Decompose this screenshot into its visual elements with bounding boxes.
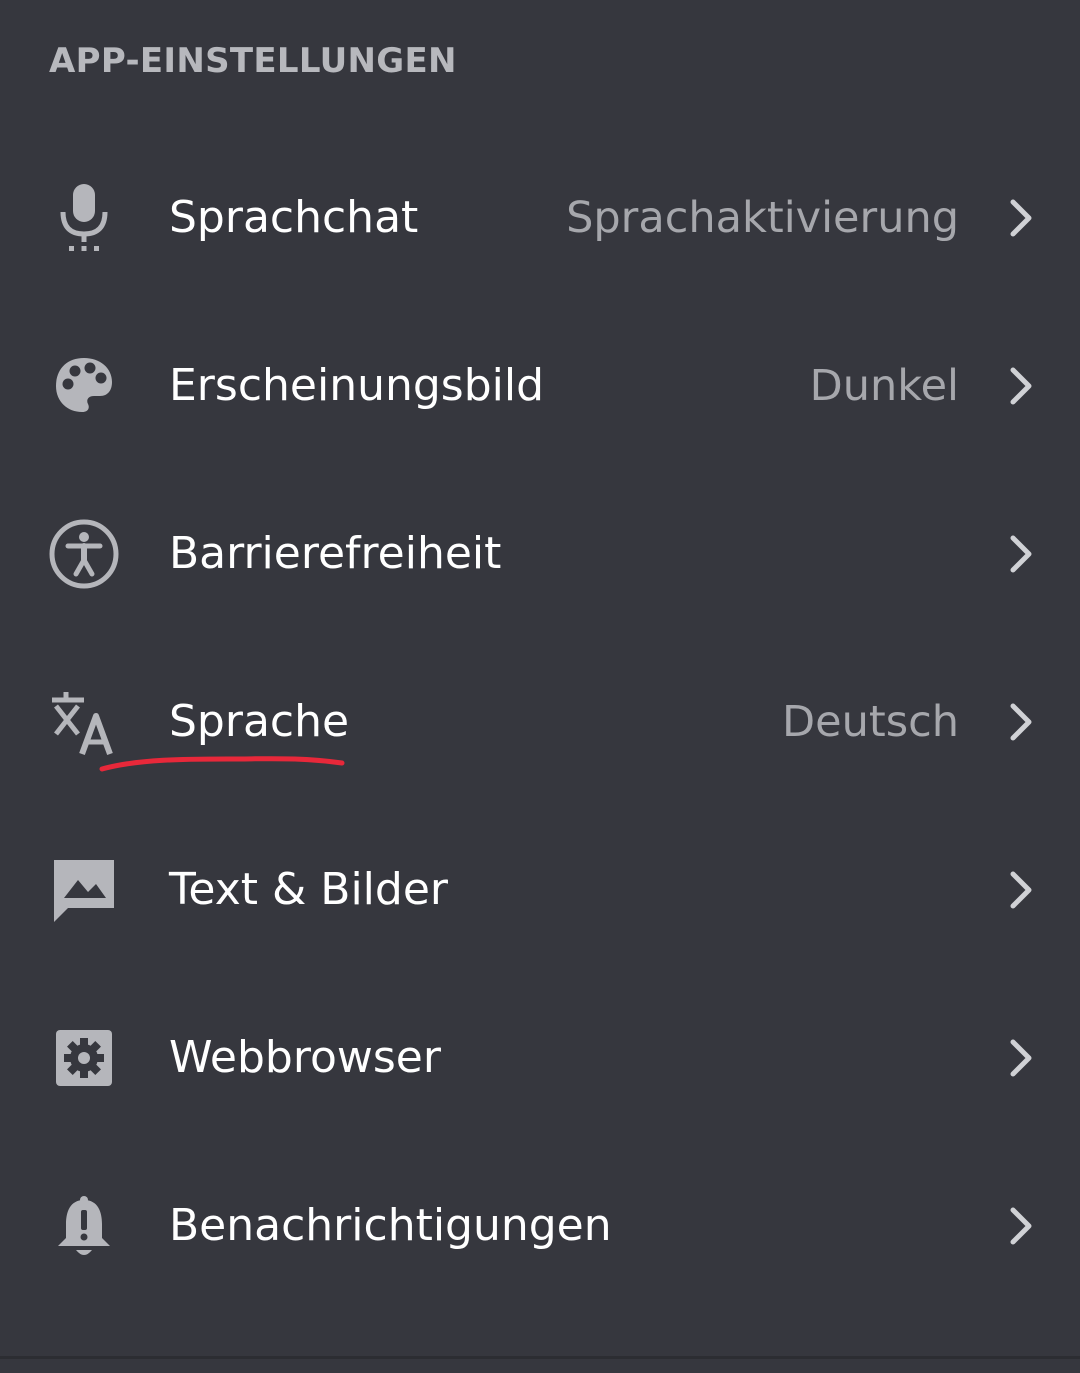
- microphone-icon: [48, 182, 120, 254]
- settings-item-value: Deutsch: [782, 697, 959, 747]
- settings-item-accessibility[interactable]: Barrierefreiheit: [0, 470, 1080, 638]
- palette-icon: [48, 350, 120, 422]
- chevron-right-icon: [1001, 1038, 1041, 1078]
- settings-item-label: Erscheinungsbild: [169, 360, 545, 411]
- chevron-right-icon: [1001, 198, 1041, 238]
- settings-item-appearance[interactable]: Erscheinungsbild Dunkel: [0, 302, 1080, 470]
- chevron-right-icon: [1001, 1206, 1041, 1246]
- settings-item-label: Sprachchat: [169, 192, 419, 243]
- accessibility-icon: [48, 518, 120, 590]
- translate-icon: [48, 686, 120, 758]
- settings-item-value: Dunkel: [809, 361, 959, 411]
- settings-item-web-browser[interactable]: Webbrowser: [0, 974, 1080, 1142]
- settings-item-text-images[interactable]: Text & Bilder: [0, 806, 1080, 974]
- settings-item-label: Text & Bilder: [169, 864, 448, 915]
- settings-item-label: Sprache: [169, 696, 350, 747]
- settings-item-label: Benachrichtigungen: [169, 1200, 612, 1251]
- settings-item-voice-chat[interactable]: Sprachchat Sprachaktivierung: [0, 134, 1080, 302]
- chevron-right-icon: [1001, 870, 1041, 910]
- bottom-divider: [0, 1356, 1080, 1359]
- chevron-right-icon: [1001, 366, 1041, 406]
- chevron-right-icon: [1001, 534, 1041, 574]
- settings-item-language[interactable]: Sprache Deutsch: [0, 638, 1080, 806]
- settings-item-notifications[interactable]: Benachrichtigungen: [0, 1142, 1080, 1310]
- settings-item-label: Webbrowser: [169, 1032, 441, 1083]
- settings-item-value: Sprachaktivierung: [566, 193, 959, 243]
- bell-alert-icon: [48, 1190, 120, 1262]
- image-message-icon: [48, 854, 120, 926]
- chevron-right-icon: [1001, 702, 1041, 742]
- settings-list: Sprachchat Sprachaktivierung Erscheinung…: [0, 134, 1080, 1310]
- browser-gear-icon: [48, 1022, 120, 1094]
- section-header: APP-EINSTELLUNGEN: [49, 41, 457, 81]
- settings-item-label: Barrierefreiheit: [169, 528, 502, 579]
